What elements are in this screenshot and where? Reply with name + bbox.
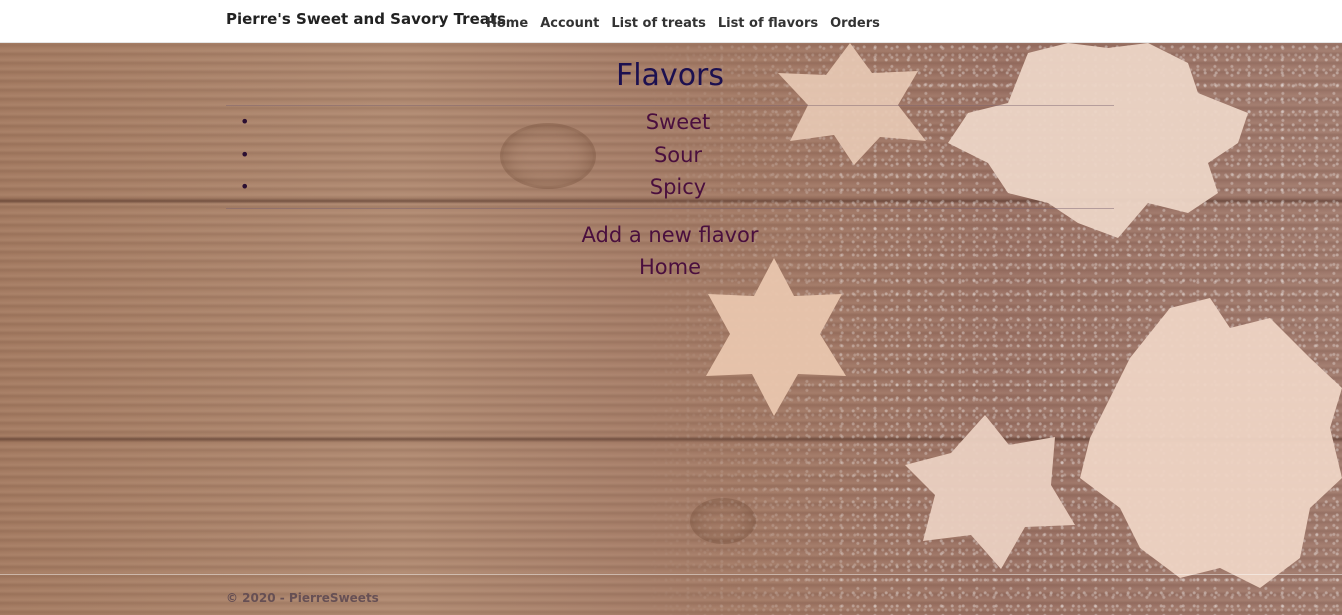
nav-item-orders: Orders [830, 12, 880, 31]
divider [226, 207, 1114, 209]
flavor-list: • Sweet • Sour • Spicy [226, 106, 1114, 204]
bullet-icon: • [240, 112, 250, 131]
home-link[interactable]: Home [226, 251, 1114, 283]
page-title: Flavors [615, 58, 725, 93]
list-item: • Spicy [240, 171, 1114, 204]
nav-link-treats[interactable]: List of treats [611, 16, 706, 31]
nav-link-flavors[interactable]: List of flavors [718, 16, 818, 31]
star-cookie-icon [905, 415, 1075, 570]
nav-menu: Home Account List of treats List of flav… [486, 12, 880, 31]
footer-text: © 2020 - PierreSweets [226, 591, 379, 605]
nav-item-treats: List of treats [611, 12, 706, 31]
list-item: • Sweet [240, 106, 1114, 139]
flavor-link-sour[interactable]: Sour [654, 143, 702, 167]
flower-cookie-icon [1080, 298, 1342, 588]
nav-link-orders[interactable]: Orders [830, 16, 880, 31]
main-content: Flavors • Sweet • Sour • Spicy Add a new… [226, 43, 1114, 283]
footer: © 2020 - PierreSweets [226, 591, 379, 605]
flavor-link-spicy[interactable]: Spicy [650, 175, 706, 199]
nav-item-flavors: List of flavors [718, 12, 818, 31]
bullet-icon: • [240, 144, 250, 164]
footer-divider [0, 574, 1342, 575]
action-links: Add a new flavor Home [226, 219, 1114, 283]
nav-link-account[interactable]: Account [540, 16, 599, 31]
nav-link-home[interactable]: Home [486, 16, 528, 31]
add-flavor-link[interactable]: Add a new flavor [226, 219, 1114, 251]
nav-item-home: Home [486, 12, 528, 31]
list-item: • Sour [240, 139, 1114, 172]
brand-link[interactable]: Pierre's Sweet and Savory Treats [226, 10, 506, 28]
bullet-icon: • [240, 177, 250, 196]
nav-item-account: Account [540, 12, 599, 31]
flavor-link-sweet[interactable]: Sweet [646, 110, 711, 134]
navbar: Pierre's Sweet and Savory Treats Home Ac… [0, 0, 1342, 43]
